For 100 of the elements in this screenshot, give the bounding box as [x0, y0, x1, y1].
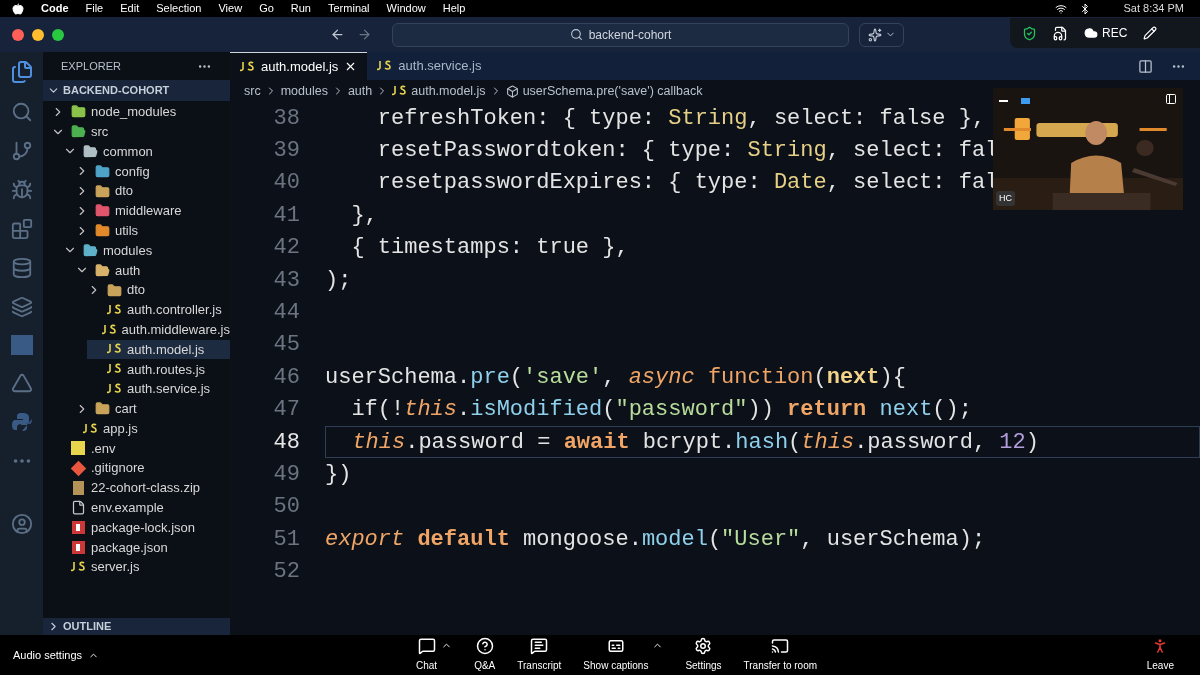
- env-file-icon: [71, 441, 85, 456]
- js-file-icon: [106, 383, 122, 396]
- tree-item[interactable]: package.json: [51, 537, 230, 558]
- cube-icon: [505, 84, 519, 98]
- code-line: }): [325, 461, 352, 489]
- annotate-icon[interactable]: [1143, 26, 1158, 40]
- line-number: 45: [272, 331, 300, 360]
- leave-button[interactable]: Leave: [1146, 637, 1174, 673]
- js-file-icon: [392, 85, 408, 97]
- tree-item[interactable]: middleware: [75, 201, 230, 221]
- tree-item[interactable]: app.js: [63, 418, 230, 439]
- shield-icon[interactable]: [1022, 25, 1037, 41]
- chat-dropdown-button[interactable]: [859, 22, 904, 47]
- app-menu[interactable]: Code: [41, 0, 69, 17]
- editor-tab[interactable]: auth.service.js: [367, 52, 492, 80]
- tree-item[interactable]: node_modules: [51, 102, 230, 122]
- explorer-icon[interactable]: [9, 60, 34, 84]
- tree-item[interactable]: dto: [87, 280, 230, 300]
- tree-item[interactable]: auth.controller.js: [87, 299, 230, 320]
- apple-logo-icon[interactable]: [12, 2, 24, 15]
- layout-icon[interactable]: [1165, 93, 1177, 105]
- audio-settings-button[interactable]: Audio settings: [13, 646, 100, 664]
- menu-item[interactable]: View: [218, 0, 243, 17]
- settings-icon: [694, 637, 713, 655]
- command-search-field[interactable]: backend-cohort: [392, 22, 849, 47]
- tree-item[interactable]: .gitignore: [51, 458, 230, 479]
- tree-item[interactable]: auth.middleware.js: [87, 319, 230, 340]
- code-line: userSchema.pre('save', async function(next){: [325, 363, 906, 392]
- back-icon[interactable]: [330, 27, 345, 42]
- tree-item[interactable]: server.js: [51, 557, 230, 578]
- tree-item[interactable]: src: [51, 121, 230, 142]
- line-number: 38: [272, 104, 300, 133]
- debug-icon[interactable]: [10, 179, 33, 201]
- menu-item[interactable]: File: [85, 0, 104, 17]
- triangle-icon[interactable]: [10, 372, 33, 394]
- editor-tab[interactable]: auth.model.js: [230, 52, 368, 80]
- layers-icon[interactable]: [10, 296, 33, 318]
- menu-item[interactable]: Edit: [120, 0, 140, 17]
- minimize-window-control[interactable]: [32, 28, 44, 41]
- line-number: 44: [272, 299, 300, 328]
- tree-item[interactable]: auth.routes.js: [87, 359, 230, 380]
- code-line: resetpasswordExpires: { type: Date, select: fal: [376, 169, 999, 198]
- cast-icon: [771, 637, 790, 655]
- menu-item[interactable]: Go: [259, 0, 274, 17]
- breadcrumb-item[interactable]: src: [244, 81, 261, 101]
- code-line: },: [350, 201, 378, 230]
- tree-item[interactable]: auth: [75, 260, 230, 281]
- js-file-icon: [82, 422, 98, 435]
- close-window-control[interactable]: [12, 28, 24, 41]
- line-number: 50: [272, 493, 300, 522]
- toolbar-button[interactable]: Show captions: [583, 637, 649, 673]
- js-file-icon: [377, 60, 393, 72]
- tree-item[interactable]: package-lock.json: [51, 517, 230, 538]
- line-number: 43: [272, 266, 300, 295]
- breadcrumb-item[interactable]: auth.model.js: [411, 81, 486, 101]
- tree-item[interactable]: auth.model.js: [87, 339, 230, 360]
- clock[interactable]: Sat 8:34 PM: [1123, 0, 1184, 17]
- tree-item[interactable]: 22-cohort-class.zip: [51, 478, 230, 498]
- tree-item[interactable]: auth.service.js: [87, 379, 230, 399]
- toolbar-button[interactable]: Q&A: [474, 637, 496, 673]
- menu-item[interactable]: Terminal: [328, 0, 370, 17]
- outline-header[interactable]: OUTLINE: [43, 618, 230, 635]
- tree-item[interactable]: config: [75, 161, 230, 182]
- account-icon[interactable]: [10, 513, 33, 535]
- tree-item[interactable]: modules: [63, 240, 230, 261]
- tree-item[interactable]: dto: [75, 181, 230, 201]
- split-editor-icon[interactable]: [1138, 58, 1153, 74]
- search-icon[interactable]: [10, 101, 33, 123]
- source-control-icon[interactable]: [10, 140, 33, 162]
- toolbar-button[interactable]: Chat: [416, 637, 438, 673]
- cloud-icon: [1084, 26, 1098, 40]
- tree-item[interactable]: env.example: [51, 497, 230, 518]
- breadcrumb-item[interactable]: userSchema.pre('save') callback: [522, 81, 703, 101]
- menu-item[interactable]: Run: [290, 0, 311, 17]
- tree-item[interactable]: .env: [51, 438, 230, 459]
- toolbar-button[interactable]: Transfer to room: [743, 637, 818, 673]
- toolbar-button[interactable]: Settings: [685, 637, 722, 673]
- tree-item[interactable]: common: [63, 141, 230, 162]
- tree-item[interactable]: utils: [75, 220, 230, 241]
- breadcrumb-item[interactable]: modules: [280, 81, 328, 101]
- code-line: resetPasswordtoken: { type: String, select: fal: [376, 137, 999, 166]
- wifi-icon[interactable]: [1055, 2, 1068, 15]
- menu-item[interactable]: Window: [386, 0, 426, 17]
- explorer-title: EXPLORER: [61, 58, 121, 74]
- line-number: 48: [272, 428, 300, 457]
- toolbar-button[interactable]: Transcript: [517, 637, 562, 673]
- line-number: 42: [272, 234, 300, 263]
- database-icon[interactable]: [10, 257, 33, 279]
- recording-indicator[interactable]: REC: [1084, 24, 1128, 42]
- zoom-window-control[interactable]: [52, 28, 64, 41]
- extensions-icon[interactable]: [10, 218, 33, 240]
- project-header[interactable]: BACKEND-COHORT: [43, 80, 230, 101]
- breadcrumb-item[interactable]: auth: [347, 81, 373, 101]
- js-file-icon: [106, 363, 122, 376]
- menu-item[interactable]: Help: [442, 0, 466, 17]
- forward-icon[interactable]: [357, 27, 372, 42]
- tree-item[interactable]: cart: [75, 398, 230, 419]
- transcript-icon[interactable]: [1053, 25, 1068, 41]
- menu-item[interactable]: Selection: [156, 0, 202, 17]
- js-file-icon: [240, 60, 255, 73]
